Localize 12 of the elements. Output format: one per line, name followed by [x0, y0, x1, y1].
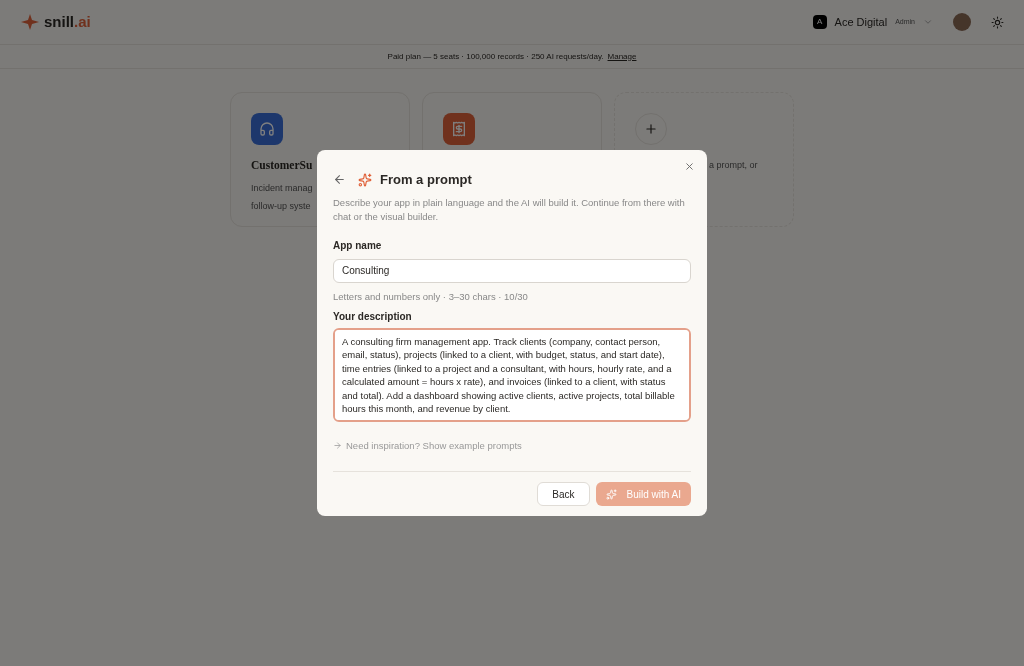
logo-text: snill.ai: [44, 11, 91, 32]
dialog-description: Describe your app in plain language and the AI will build it. Continue from there with chat or the visual builder.: [333, 195, 686, 224]
card-description: a prompt, or: [709, 160, 758, 170]
card-description: follow-up syste: [251, 201, 311, 212]
name-label: App name: [333, 238, 383, 253]
plan-text: Paid plan — 5 seats · 100,000 records · 250 AI requests/day.: [387, 50, 604, 63]
card-title: CustomerSu: [251, 158, 314, 173]
name-hint: Letters and numbers only · 3–30 chars · 10/30: [333, 289, 529, 304]
card-description: Incident manag: [251, 183, 313, 194]
dialog-title: From a prompt: [380, 171, 472, 189]
workspace-badge: A: [812, 15, 827, 29]
description-label: Your description: [333, 309, 413, 324]
